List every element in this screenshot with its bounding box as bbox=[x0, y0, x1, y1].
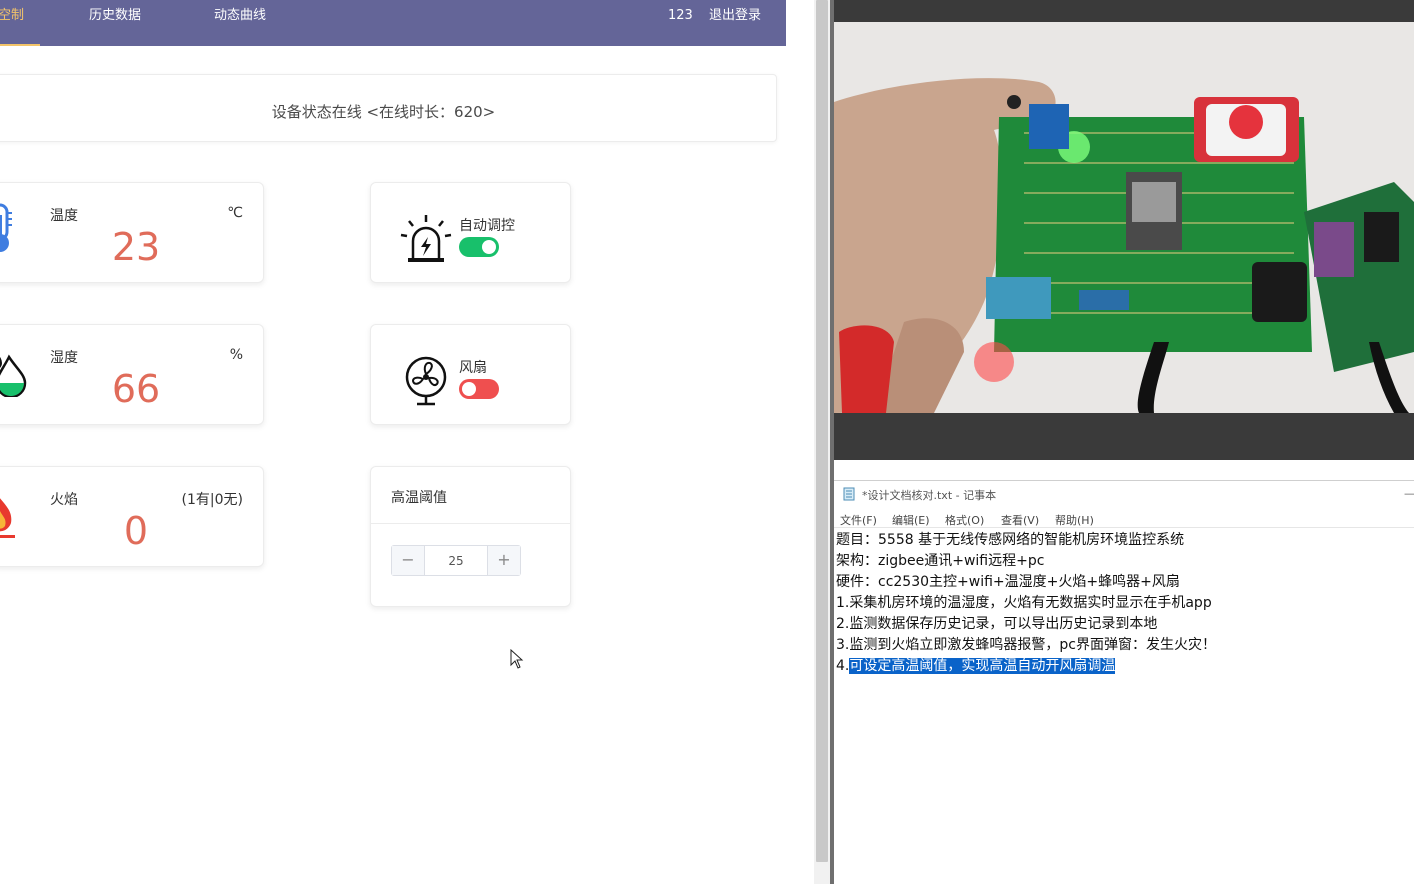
threshold-card: 高温阈值 − + bbox=[370, 466, 571, 607]
menu-format[interactable]: 格式(O) bbox=[945, 512, 984, 528]
humidity-label: 湿度 bbox=[50, 350, 78, 366]
tab-chart[interactable]: 动态曲线 bbox=[214, 0, 266, 46]
hardware-video bbox=[834, 22, 1414, 413]
temperature-label: 温度 bbox=[50, 208, 78, 224]
web-app: 空制 历史数据 动态曲线 123 退出登录 设备状态在线 <在线时长：620> … bbox=[0, 0, 786, 884]
tab-control[interactable]: 空制 bbox=[0, 0, 40, 46]
notepad-titlebar[interactable]: *设计文档核对.txt - 记事本 — bbox=[834, 481, 1414, 508]
fan-icon bbox=[405, 356, 447, 406]
decrease-button[interactable]: − bbox=[392, 546, 425, 575]
device-status-text: 设备状态在线 <在线时长：620> bbox=[271, 103, 496, 121]
mouse-cursor-icon bbox=[510, 649, 524, 669]
tab-history[interactable]: 历史数据 bbox=[89, 0, 141, 46]
minimize-button[interactable]: — bbox=[1404, 487, 1414, 500]
text-line: 4.可设定高温阈值，实现高温自动开风扇调温 bbox=[836, 656, 1411, 677]
water-drop-icon bbox=[0, 354, 27, 397]
page-gutter bbox=[786, 0, 814, 884]
fan-label: 风扇 bbox=[459, 360, 487, 376]
text-line: 1.采集机房环境的温湿度，火焰有无数据实时显示在手机app bbox=[836, 595, 1212, 611]
humidity-value: 66 bbox=[111, 367, 161, 411]
menu-edit[interactable]: 编辑(E) bbox=[892, 512, 930, 528]
menu-file[interactable]: 文件(F) bbox=[840, 512, 877, 528]
thermometer-icon bbox=[0, 203, 12, 252]
menu-view[interactable]: 查看(V) bbox=[1001, 512, 1039, 528]
flame-icon bbox=[0, 498, 15, 538]
text-line: 2.监测数据保存历史记录，可以导出历史记录到本地 bbox=[836, 616, 1158, 632]
text-line: 架构：zigbee通讯+wifi远程+pc bbox=[836, 553, 1045, 569]
flame-value: 0 bbox=[123, 509, 149, 553]
tab-control-label: 空制 bbox=[0, 8, 25, 23]
text-line-prefix: 4. bbox=[836, 658, 850, 674]
temperature-value: 23 bbox=[111, 225, 161, 269]
hardware-photo bbox=[834, 22, 1414, 413]
notepad-window: *设计文档核对.txt - 记事本 — 文件(F) 编辑(E) 格式(O) 查看… bbox=[834, 480, 1414, 884]
increase-button[interactable]: + bbox=[487, 546, 520, 575]
threshold-input[interactable] bbox=[425, 546, 487, 575]
temperature-unit: ℃ bbox=[227, 205, 243, 221]
notepad-menubar: 文件(F) 编辑(E) 格式(O) 查看(V) 帮助(H) bbox=[834, 510, 1414, 528]
flame-card: 火焰 (1有|0无) 0 bbox=[0, 466, 264, 567]
alarm-icon bbox=[400, 215, 452, 262]
device-status-card: 设备状态在线 <在线时长：620> bbox=[0, 74, 777, 142]
threshold-title: 高温阈值 bbox=[391, 490, 447, 506]
notepad-icon bbox=[843, 487, 855, 501]
auto-control-label: 自动调控 bbox=[459, 218, 515, 234]
flame-label: 火焰 bbox=[50, 492, 78, 508]
threshold-stepper: − + bbox=[391, 545, 521, 576]
top-navbar: 空制 历史数据 动态曲线 123 退出登录 bbox=[0, 0, 786, 46]
auto-control-card: 自动调控 bbox=[370, 182, 571, 283]
selected-text: 可设定高温阈值，实现高温自动开风扇调温 bbox=[849, 658, 1116, 674]
fan-card: 风扇 bbox=[370, 324, 571, 425]
scrollbar[interactable] bbox=[814, 0, 830, 884]
logout-link[interactable]: 退出登录 bbox=[709, 0, 761, 32]
temperature-card: 温度 ℃ 23 bbox=[0, 182, 264, 283]
active-tab-underline bbox=[0, 44, 40, 46]
divider bbox=[371, 523, 570, 524]
notepad-title: *设计文档核对.txt - 记事本 bbox=[862, 489, 997, 502]
video-panel bbox=[834, 0, 1414, 460]
humidity-unit: % bbox=[229, 347, 243, 363]
switch-knob bbox=[462, 382, 476, 396]
text-line: 3.监测到火焰立即激发蜂鸣器报警，pc界面弹窗：发生火灾！ bbox=[836, 637, 1216, 653]
humidity-card: 湿度 % 66 bbox=[0, 324, 264, 425]
text-line: 硬件：cc2530主控+wifi+温湿度+火焰+蜂鸣器+风扇 bbox=[836, 574, 1180, 590]
scrollbar-thumb[interactable] bbox=[816, 0, 828, 862]
notepad-text-area[interactable]: 题目：5558 基于无线传感网络的智能机房环境监控系统 架构：zigbee通讯+… bbox=[836, 530, 1411, 677]
menu-help[interactable]: 帮助(H) bbox=[1055, 512, 1094, 528]
auto-control-switch[interactable] bbox=[459, 237, 499, 257]
switch-knob bbox=[482, 240, 496, 254]
username: 123 bbox=[668, 8, 693, 23]
text-line: 题目：5558 基于无线传感网络的智能机房环境监控系统 bbox=[836, 532, 1185, 548]
flame-unit: (1有|0无) bbox=[181, 492, 243, 508]
fan-switch[interactable] bbox=[459, 379, 499, 399]
